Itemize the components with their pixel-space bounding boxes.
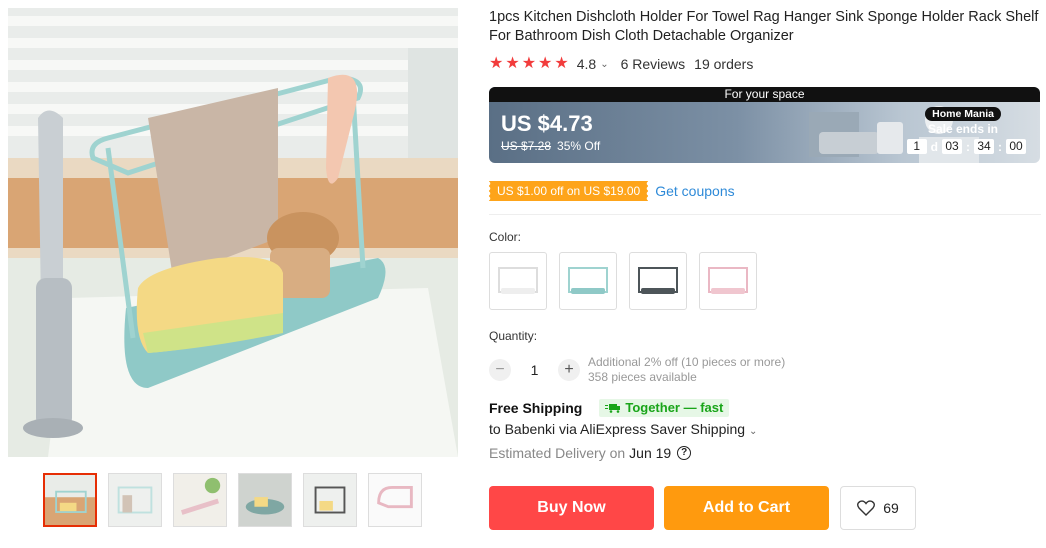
- wishlist-count: 69: [883, 500, 899, 516]
- sale-price: US $4.73: [501, 111, 593, 136]
- countdown-sep: :: [998, 139, 1002, 154]
- countdown-days: 1: [906, 139, 927, 154]
- rating-row: ★ ★ ★ ★ ★ 4.8 ⌄ 6 Reviews 19 orders: [489, 55, 1041, 73]
- action-buttons: Buy Now Add to Cart 69: [489, 486, 1041, 530]
- shipping-method-label: to Babenki via AliExpress Saver Shipping: [489, 421, 746, 437]
- bulk-discount-note: Additional 2% off (10 pieces or more): [588, 355, 786, 369]
- star-icon: ★: [489, 55, 504, 72]
- store-badge: Home Mania: [925, 107, 1001, 121]
- coupon-badge[interactable]: US $1.00 off on US $19.00: [487, 181, 649, 201]
- add-to-cart-button[interactable]: Add to Cart: [664, 486, 829, 530]
- rating-stars: ★ ★ ★ ★ ★: [489, 56, 569, 72]
- quantity-note: Additional 2% off (10 pieces or more) 35…: [588, 355, 785, 385]
- truck-icon: [605, 404, 621, 413]
- countdown-days-unit: d: [930, 139, 938, 154]
- thumbnail-6[interactable]: [368, 473, 422, 527]
- stock-available: 358 pieces available: [588, 370, 697, 384]
- thumbnail-1[interactable]: [43, 473, 97, 527]
- shipping-row: Free Shipping Together — fast: [489, 399, 1041, 417]
- star-icon: ★: [505, 55, 520, 72]
- banner-tagline: For your space: [489, 87, 1040, 102]
- original-price-row: US $7.28 35% Off: [501, 139, 600, 153]
- price-banner[interactable]: For your space US $4.73 US $7.28 35% Off …: [489, 87, 1040, 163]
- rating-value[interactable]: 4.8: [577, 56, 596, 72]
- color-swatches: [489, 252, 1041, 310]
- wishlist-button[interactable]: 69: [840, 486, 916, 530]
- thumbnail-5[interactable]: [303, 473, 357, 527]
- star-icon: ★: [521, 55, 537, 72]
- free-shipping-label: Free Shipping: [489, 400, 583, 416]
- chevron-down-icon[interactable]: ⌄: [600, 59, 608, 70]
- get-coupons-link[interactable]: Get coupons: [655, 183, 734, 199]
- coupon-row: US $1.00 off on US $19.00 Get coupons: [487, 181, 1041, 201]
- countdown-seconds: 00: [1006, 139, 1026, 154]
- color-label: Color:: [489, 230, 522, 244]
- color-option-pink[interactable]: [699, 252, 757, 310]
- estimated-delivery: Estimated Delivery on Jun 19 ?: [489, 445, 1041, 461]
- quantity-stepper: − 1 + Additional 2% off (10 pieces or mo…: [489, 355, 1041, 385]
- thumbnail-4[interactable]: [238, 473, 292, 527]
- divider: [489, 214, 1041, 215]
- color-option-dark-gray[interactable]: [629, 252, 687, 310]
- orders-count: 19 orders: [694, 56, 754, 72]
- countdown-sep: :: [966, 139, 970, 154]
- heart-icon: [857, 500, 876, 516]
- quantity-increase-button[interactable]: +: [558, 359, 580, 381]
- countdown-minutes: 34: [974, 139, 994, 154]
- delivery-label: Estimated Delivery on: [489, 445, 626, 461]
- original-price: US $7.28: [501, 139, 552, 153]
- color-option-light-blue[interactable]: [559, 252, 617, 310]
- star-icon: ★: [538, 55, 553, 72]
- together-fast-badge: Together — fast: [599, 399, 730, 417]
- quantity-value[interactable]: 1: [511, 362, 558, 378]
- question-icon[interactable]: ?: [677, 446, 692, 460]
- delivery-date: Jun 19: [629, 445, 672, 461]
- quantity-decrease-button[interactable]: −: [489, 359, 511, 381]
- quantity-label: Quantity:: [489, 329, 538, 343]
- thumbnail-2[interactable]: [108, 473, 162, 527]
- star-icon: ★: [554, 55, 569, 72]
- countdown-timer: 1 d 03 : 34 : 00: [906, 139, 1026, 154]
- product-photo: [8, 8, 458, 457]
- main-product-image[interactable]: [8, 8, 458, 457]
- buy-now-button[interactable]: Buy Now: [489, 486, 654, 530]
- thumbnail-strip: [43, 473, 422, 527]
- product-title: 1pcs Kitchen Dishcloth Holder For Towel …: [489, 9, 1039, 44]
- shipping-method[interactable]: to Babenki via AliExpress Saver Shipping…: [489, 421, 1041, 437]
- countdown-hours: 03: [942, 139, 962, 154]
- product-details: 1pcs Kitchen Dishcloth Holder For Towel …: [487, 8, 1041, 530]
- chevron-down-icon: ⌄: [748, 426, 758, 437]
- discount-label: 35% Off: [557, 139, 601, 153]
- thumbnail-3[interactable]: [173, 473, 227, 527]
- color-option-white[interactable]: [489, 252, 547, 310]
- reviews-link[interactable]: 6 Reviews: [621, 56, 686, 72]
- sale-ends-label: Sale ends in: [927, 122, 998, 136]
- together-fast-label: Together — fast: [625, 400, 724, 415]
